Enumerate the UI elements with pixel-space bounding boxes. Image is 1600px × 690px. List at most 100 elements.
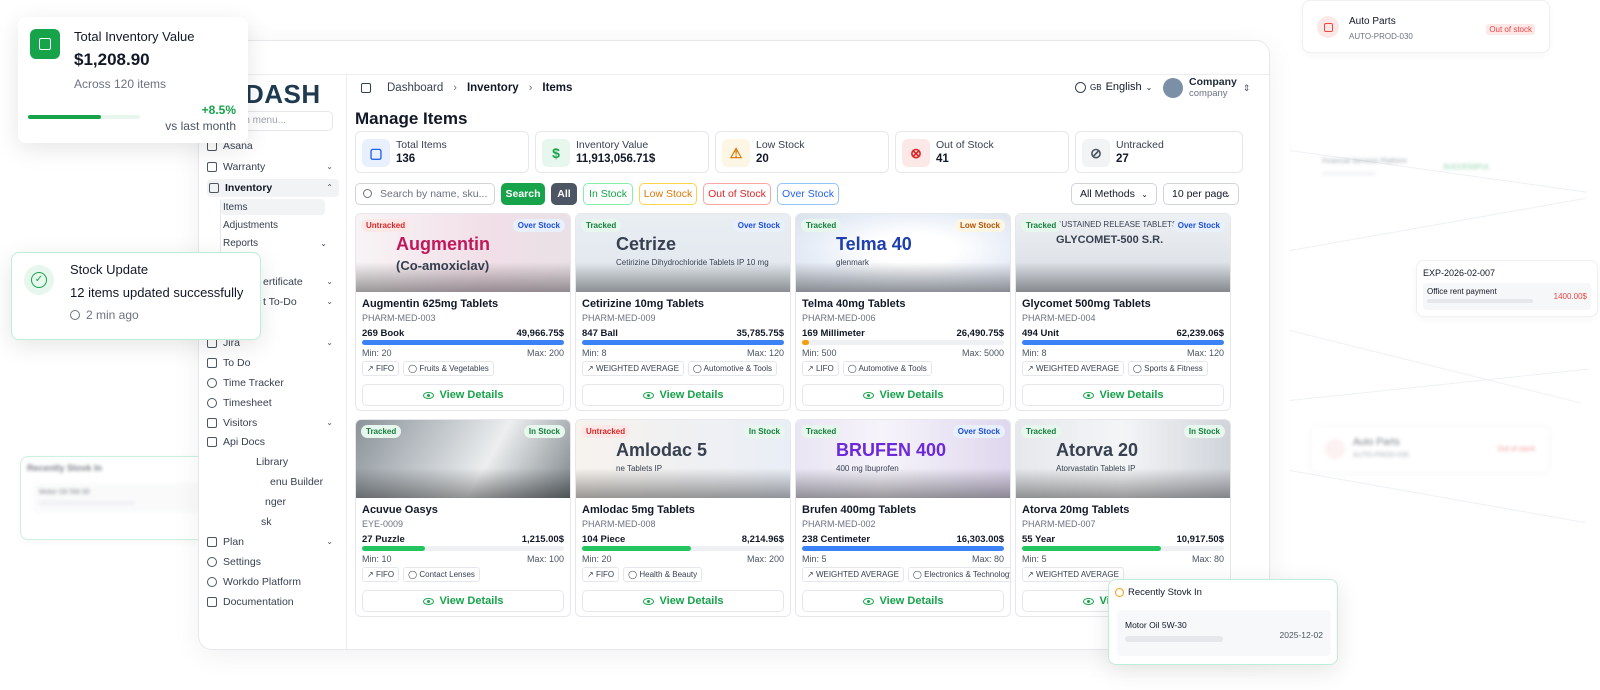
stat-label: Total Items [396, 139, 447, 151]
change-value: +8.5% [201, 103, 236, 117]
eye-off-icon: ⊘ [1082, 139, 1110, 167]
todo-icon [207, 358, 217, 368]
sidebar-item-inventory[interactable]: Inventory ⌃ [207, 179, 339, 197]
tracking-badge: Tracked [581, 219, 622, 232]
filter-in-stock[interactable]: In Stock [583, 183, 633, 205]
logo: DASH [245, 79, 321, 109]
sidebar-item-todo[interactable]: To Do [207, 354, 339, 372]
method-tag: ↗ WEIGHTED AVERAGE [1022, 567, 1124, 582]
image-shade [356, 262, 570, 292]
view-details-button[interactable]: View Details [362, 384, 564, 406]
item-tags: ↗ WEIGHTED AVERAGE ◯ Automotive & Tools [582, 361, 777, 376]
globe-icon [207, 577, 217, 587]
product-image-label: Atorva 20 [1056, 440, 1139, 460]
expense-amount: 1400.00$ [1553, 292, 1587, 301]
sidebar-item-label: Inventory [225, 182, 273, 194]
view-details-button[interactable]: View Details [362, 590, 564, 612]
method-select[interactable]: All Methods ⌄ [1071, 183, 1157, 205]
filter-out-of-stock[interactable]: Out of Stock [703, 183, 771, 205]
filter-all[interactable]: All [551, 183, 577, 205]
app-window: DASH rch menu... Asana Warranty ⌄ Invento… [198, 40, 1270, 650]
search-placeholder: Search by name, sku... [380, 188, 488, 200]
filter-over-stock[interactable]: Over Stock [777, 183, 839, 205]
sidebar-item-task[interactable]: sk [207, 513, 339, 531]
globe-icon [1075, 81, 1086, 93]
item-name: Telma 40mg Tablets [802, 298, 906, 310]
sidebar-item-plan[interactable]: Plan ⌄ [207, 533, 339, 551]
item-quantity: 847 Ball [582, 328, 618, 339]
item-tags: ↗ FIFO ◯ Fruits & Vegetables [362, 361, 494, 376]
item-tags: ↗ LIFO ◯ Automotive & Tools [802, 361, 932, 376]
chevron-down-icon: ⌄ [326, 297, 333, 306]
item-sku: EYE-0009 [362, 519, 404, 529]
sidebar-item-documentation[interactable]: Documentation [207, 593, 339, 611]
item-quantity: 494 Unit [1022, 328, 1059, 339]
view-details-label: View Details [439, 595, 504, 607]
stat-value: 136 [396, 153, 416, 165]
sidebar-item-menu-builder[interactable]: enu Builder [207, 473, 339, 491]
item-sku: PHARM-MED-004 [1022, 313, 1096, 323]
item-min: Min: 5 [802, 554, 827, 564]
recent-row: Motor Oil 5W-30 2025-12-02 [33, 483, 243, 513]
item-amount: 35,785.75$ [736, 328, 784, 339]
check-circle-icon: ✓ [24, 265, 54, 295]
item-name: Augmentin 625mg Tablets [362, 298, 499, 310]
chevron-down-icon: ⌄ [1224, 189, 1231, 199]
item-sku: PHARM-MED-007 [1022, 519, 1096, 529]
sidebar-toggle-icon[interactable] [361, 83, 371, 93]
sidebar-subitem-label: Reports [223, 237, 259, 249]
method-tag: ↗ WEIGHTED AVERAGE [1022, 361, 1124, 376]
chevron-down-icon: ⌄ [1141, 189, 1148, 199]
language-selector[interactable]: GB English ⌄ [1075, 81, 1152, 93]
status-badge: Out of stock [1497, 446, 1535, 453]
sidebar-item-time-tracker[interactable]: Time Tracker [207, 374, 339, 392]
recent-item: Motor Oil 5W-30 [39, 489, 90, 496]
stock-update-toast: ✓ Stock Update 12 items updated successf… [11, 252, 261, 340]
sidebar-item-manager[interactable]: nger [207, 493, 339, 511]
item-amount: 10,917.50$ [1176, 534, 1224, 545]
expense-desc: Office rent payment [1427, 287, 1497, 296]
sidebar-item-workdo-platform[interactable]: Workdo Platform [207, 573, 339, 591]
item-max: Max: 80 [971, 554, 1004, 564]
stat-untracked: ⊘ Untracked 27 [1075, 131, 1243, 173]
view-details-button[interactable]: View Details [1022, 384, 1224, 406]
item-max: Max: 200 [746, 554, 784, 564]
product-image-label: Cetrize [616, 234, 677, 254]
sidebar-subitem-items[interactable]: Items [221, 199, 325, 215]
chevron-down-icon: ⌄ [326, 277, 333, 286]
category-tag: ◯ Fruits & Vegetables [403, 361, 494, 376]
view-details-button[interactable]: View Details [582, 384, 784, 406]
item-min: Min: 5 [1022, 554, 1047, 564]
item-max: Max: 5000 [961, 348, 1004, 358]
view-details-label: View Details [1099, 389, 1164, 401]
toast-title: Stock Update [70, 262, 149, 277]
view-details-button[interactable]: View Details [802, 384, 1004, 406]
status-badge: Low Stock [954, 219, 1005, 232]
sidebar-item-warranty[interactable]: Warranty ⌄ [207, 158, 339, 176]
sidebar-item-visitors[interactable]: Visitors ⌄ [207, 414, 339, 432]
sidebar-item-timesheet[interactable]: Timesheet [207, 394, 339, 412]
sidebar-subitem-adjustments[interactable]: Adjustments [221, 217, 278, 233]
clock-icon [1115, 588, 1124, 597]
filter-low-stock[interactable]: Low Stock [639, 183, 697, 205]
cube-icon: ▢ [362, 139, 390, 167]
main-content: Dashboard › Inventory › Items GB English… [355, 75, 1257, 649]
search-input[interactable]: Search by name, sku... [355, 183, 495, 205]
box-icon [1325, 439, 1345, 459]
sidebar-item-api-docs[interactable]: Api Docs [207, 433, 339, 451]
sidebar-subitem-reports[interactable]: Reports ⌄ [221, 235, 327, 251]
view-details-button[interactable]: View Details [582, 590, 784, 612]
view-details-button[interactable]: View Details [802, 590, 1004, 612]
sidebar-item-library[interactable]: Library [207, 453, 339, 471]
toast-time-label: 2 min ago [86, 308, 139, 322]
chevron-up-icon: ⌃ [326, 183, 333, 192]
search-button[interactable]: Search [501, 183, 545, 205]
breadcrumb-inventory[interactable]: Inventory [467, 82, 519, 94]
item-amount: 62,239.06$ [1176, 328, 1224, 339]
sidebar-item-settings[interactable]: Settings [207, 553, 339, 571]
company-switcher[interactable]: Company company ⇕ [1163, 77, 1250, 99]
per-page-select[interactable]: 10 per page ⌄ [1163, 183, 1239, 205]
stock-level-fill [582, 546, 692, 551]
eye-icon [422, 391, 434, 399]
breadcrumb-dashboard[interactable]: Dashboard [387, 82, 443, 94]
